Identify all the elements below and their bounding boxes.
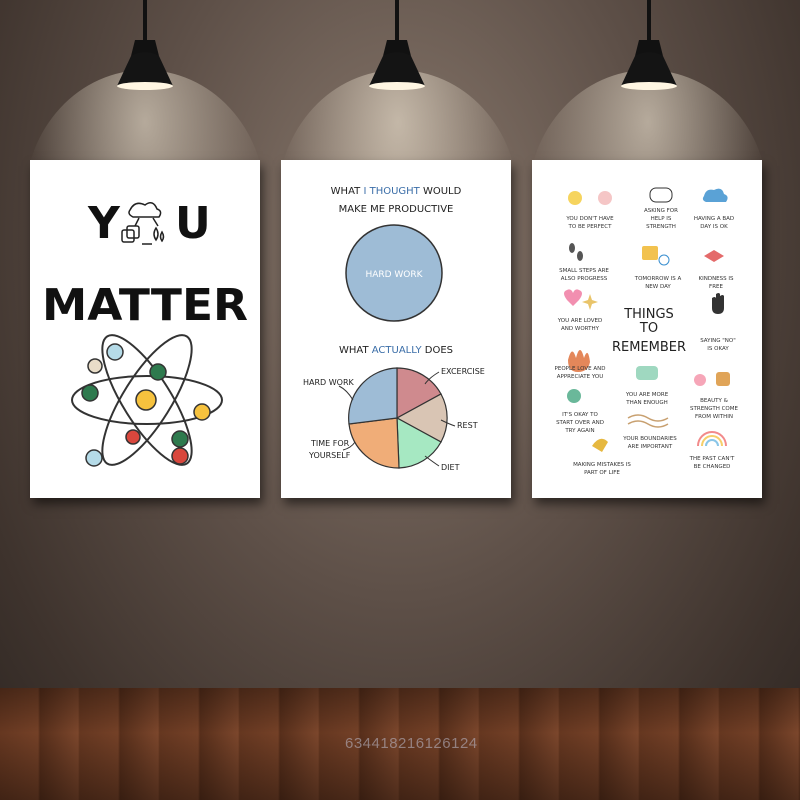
heart-icon — [564, 289, 582, 306]
leaf-hands-icon — [716, 372, 730, 386]
pie-slice-time — [348, 417, 400, 469]
item-loved-1: YOU ARE LOVED — [557, 318, 603, 324]
item-start-over-1: IT'S OKAY TO — [562, 412, 598, 418]
poster2-heading3: WHAT ACTUALLY DOES — [339, 345, 453, 356]
poster-remember-art: YOU DON'T HAVE TO BE PERFECT ASKING FOR … — [555, 187, 739, 476]
ceiling-lamp-icon — [621, 0, 677, 90]
ceiling-lamp-icon — [369, 0, 425, 90]
label-time-1: TIME FOR — [310, 439, 350, 448]
poster1-letter-u: U — [175, 198, 211, 249]
watermark-text: 634418216126124 — [345, 735, 478, 752]
item-tomorrow-2: NEW DAY — [645, 284, 671, 290]
refresh-icon — [567, 389, 581, 403]
label-excercise: EXCERCISE — [441, 367, 485, 376]
label-diet: DIET — [441, 463, 460, 472]
poster-productivity-art: WHAT I THOUGHT WOULD MAKE ME PRODUCTIVE … — [303, 186, 485, 472]
item-people-2: APPRECIATE YOU — [557, 374, 604, 380]
item-beauty-1: BEAUTY & — [700, 398, 729, 404]
item-help-2: HELP IS — [651, 216, 672, 222]
item-perfect-1: YOU DON'T HAVE — [565, 216, 614, 222]
item-beauty-2: STRENGTH COME — [690, 406, 738, 412]
item-kindness-2: FREE — [709, 284, 723, 290]
recycle-icons-o — [121, 202, 165, 245]
rainbow-icon — [697, 431, 727, 447]
help-bubble-icon — [649, 187, 673, 203]
poster-you-matter-art: Y U MATTER — [42, 198, 248, 467]
pencil-hand-icon — [592, 438, 608, 452]
item-people-1: PEOPLE LOVE AND — [555, 366, 606, 372]
sparkle-icon — [582, 294, 598, 310]
item-start-over-3: TRY AGAIN — [564, 428, 594, 434]
rain-cloud-icon — [702, 188, 728, 202]
item-start-over-2: START OVER AND — [556, 420, 604, 426]
ceiling-lamp-icon — [117, 0, 173, 90]
label-rest: REST — [457, 421, 478, 430]
heart-badge-icon — [598, 191, 612, 205]
poster-you-matter: Y U MATTER — [30, 160, 260, 498]
title-remember: REMEMBER — [612, 340, 686, 355]
poster-things-to-remember: YOU DON'T HAVE TO BE PERFECT ASKING FOR … — [532, 160, 762, 498]
poster2-heading2: MAKE ME PRODUCTIVE — [339, 204, 454, 215]
poster1-letter-y: Y — [87, 198, 121, 249]
flower-icon — [694, 374, 706, 386]
poster1-matter: MATTER — [42, 280, 248, 331]
title-things: THINGS — [623, 307, 674, 322]
pie-chart — [348, 367, 448, 469]
sun-flower-icon — [568, 191, 582, 205]
item-kindness-1: KINDNESS IS — [698, 276, 734, 282]
gallery-wall-scene: Y U MATTER WHAT I THOUGHT WOULD MAKE ME … — [0, 0, 800, 800]
item-boundaries-1: YOUR BOUNDARIES — [622, 436, 677, 442]
item-help-3: STRENGTH — [646, 224, 676, 230]
item-steps-1: SMALL STEPS ARE — [559, 268, 609, 274]
poster2-heading1: WHAT I THOUGHT WOULD — [331, 186, 462, 197]
circle-label: HARD WORK — [365, 270, 423, 280]
item-tomorrow-1: TOMORROW IS A — [634, 276, 682, 282]
wavy-lines-icon — [627, 414, 669, 428]
item-mistakes-1: MAKING MISTAKES IS — [573, 462, 631, 468]
item-past-1: THE PAST CAN'T — [689, 456, 735, 462]
clock-icon — [658, 254, 670, 266]
item-perfect-2: TO BE PERFECT — [568, 224, 613, 230]
footsteps-icon — [569, 243, 583, 261]
label-hard-work: HARD WORK — [303, 378, 355, 387]
giving-hand-icon — [704, 250, 724, 262]
item-no-1: SAYING "NO" — [700, 338, 736, 344]
item-enough-1: YOU ARE MORE — [625, 392, 669, 398]
item-beauty-3: FROM WITHIN — [695, 414, 733, 420]
item-boundaries-2: ARE IMPORTANT — [628, 444, 673, 450]
title-to: TO — [639, 321, 658, 336]
poster-productivity: WHAT I THOUGHT WOULD MAKE ME PRODUCTIVE … — [281, 160, 511, 498]
item-steps-2: ALSO PROGRESS — [561, 276, 608, 282]
item-bad-day-1: HAVING A BAD — [694, 216, 734, 222]
item-loved-2: AND WORTHY — [561, 326, 600, 332]
pie-slice-hard-work — [348, 367, 398, 425]
stop-hand-icon — [712, 293, 724, 314]
item-mistakes-2: PART OF LIFE — [584, 470, 620, 476]
item-bad-day-2: DAY IS OK — [700, 224, 728, 230]
item-no-2: IS OKAY — [707, 346, 729, 352]
item-help-1: ASKING FOR — [644, 208, 678, 214]
enough-badge-icon — [636, 366, 658, 380]
item-enough-2: THAN ENOUGH — [625, 400, 667, 406]
item-past-2: BE CHANGED — [694, 464, 731, 470]
calendar-icon — [642, 246, 658, 260]
label-time-2: YOURSELF — [308, 451, 351, 460]
